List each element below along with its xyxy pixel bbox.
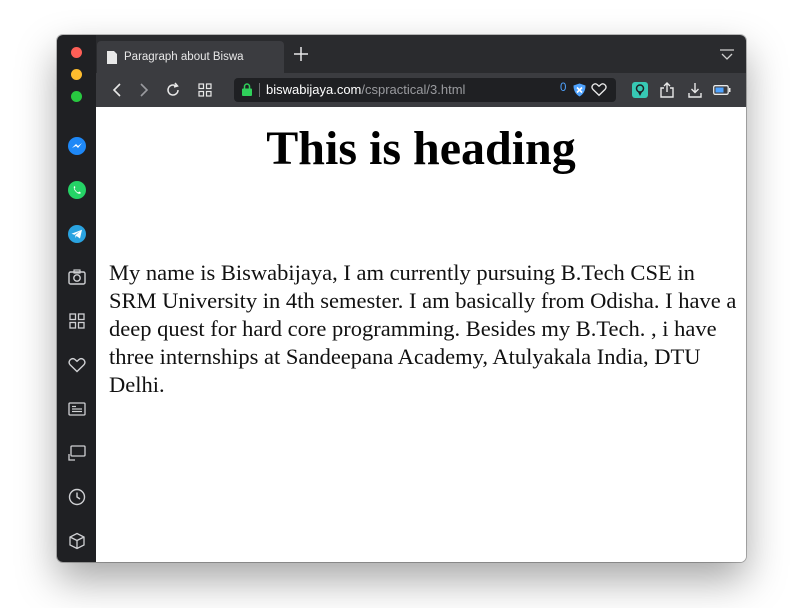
download-icon[interactable] (686, 81, 704, 99)
url-domain: biswabijaya.com (266, 82, 362, 97)
battery-icon[interactable] (713, 81, 731, 99)
favorite-heart-icon[interactable] (591, 82, 607, 97)
whatsapp-icon[interactable] (66, 179, 88, 201)
blocked-ads-count: 0 (560, 82, 567, 94)
telegram-icon[interactable] (66, 223, 88, 245)
vpn-icon[interactable] (631, 81, 649, 99)
lock-icon (242, 83, 252, 96)
player-icon[interactable] (66, 442, 88, 464)
minimize-window-button[interactable] (71, 69, 82, 80)
extensions-icon[interactable] (66, 530, 88, 552)
maximize-window-button[interactable] (71, 91, 82, 102)
tab-bar: Paragraph about Biswa (96, 35, 746, 73)
tab-title: Paragraph about Biswa (124, 51, 244, 63)
url-path: /cspractical/3.html (361, 82, 466, 97)
news-icon[interactable] (66, 398, 88, 420)
adblock-shield-icon[interactable] (573, 83, 586, 97)
tab-menu-icon[interactable] (720, 48, 734, 60)
forward-icon[interactable] (135, 81, 153, 99)
messenger-icon[interactable] (66, 135, 88, 157)
speed-dial-icon[interactable] (66, 310, 88, 332)
back-icon[interactable] (108, 81, 126, 99)
share-icon[interactable] (658, 81, 676, 99)
new-tab-button[interactable] (292, 45, 310, 63)
tab-active[interactable]: Paragraph about Biswa (97, 41, 284, 73)
camera-icon[interactable] (66, 266, 88, 288)
page-icon (107, 50, 117, 64)
history-icon[interactable] (66, 486, 88, 508)
page-paragraph: My name is Biswabijaya, I am currently p… (109, 260, 737, 397)
url-text[interactable]: biswabijaya.com/cspractical/3.html (266, 82, 465, 97)
web-page-content: This is heading My name is Biswabijaya, … (96, 107, 746, 562)
address-bar[interactable]: biswabijaya.com/cspractical/3.html 0 (234, 78, 616, 102)
sidebar (57, 35, 96, 562)
browser-window: Paragraph about Biswa biswabijaya.com/cs… (57, 35, 746, 562)
address-toolbar: biswabijaya.com/cspractical/3.html 0 (96, 73, 746, 107)
reload-icon[interactable] (164, 81, 182, 99)
page-heading: This is heading (266, 122, 576, 175)
heart-icon[interactable] (66, 354, 88, 376)
speed-dial-button-icon[interactable] (196, 81, 214, 99)
url-separator (259, 83, 260, 97)
close-window-button[interactable] (71, 47, 82, 58)
